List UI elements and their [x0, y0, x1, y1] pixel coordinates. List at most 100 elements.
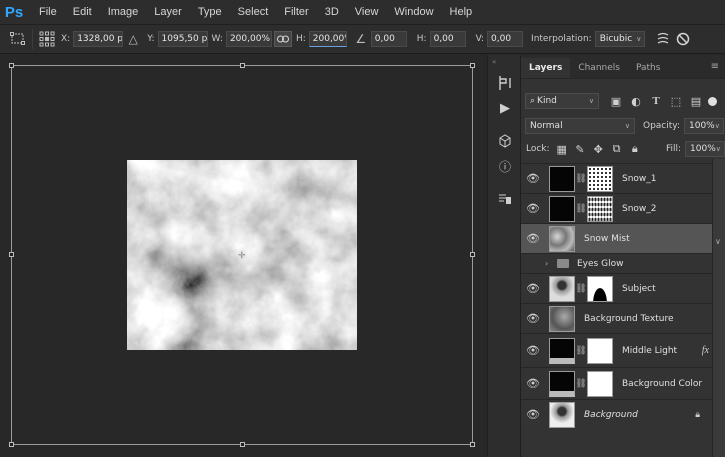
transform-handle[interactable] [240, 442, 245, 447]
layer-name: Background Texture [584, 313, 674, 324]
layer-filter-row: ⌕ Kind ∨ ▣ ◐ T ⬚ ▤ [521, 93, 725, 109]
tab-layers[interactable]: Layers [521, 58, 571, 78]
opacity-label: Opacity: [643, 121, 680, 131]
vskew-field[interactable]: 0,00 [487, 31, 524, 47]
filter-kind-label: Kind [537, 96, 557, 106]
lock-transparent-icon[interactable]: ▦ [553, 143, 571, 156]
chevron-right-icon[interactable]: › [545, 259, 555, 268]
transform-handle[interactable] [240, 63, 245, 68]
reference-point-icon[interactable] [37, 29, 57, 49]
layer-thumbnail [549, 195, 575, 222]
app-logo: Ps [4, 3, 24, 21]
menu-image[interactable]: Image [100, 0, 147, 24]
lock-position-icon[interactable]: ✥ [589, 143, 607, 156]
lock-pixels-icon[interactable]: ✎ [571, 143, 589, 156]
layer-name: Middle Light [622, 345, 678, 356]
fx-badge[interactable]: fx [702, 345, 709, 356]
scrollbar[interactable]: ∨ [712, 159, 725, 457]
transform-handle[interactable] [9, 252, 14, 257]
interpolation-select[interactable]: Bicubic ∨ [594, 31, 645, 47]
mask-link-icon[interactable]: ⛓︎ [575, 284, 587, 294]
fill-field[interactable]: 100% ∨ [685, 141, 725, 157]
eye-icon[interactable]: 👁︎ [521, 408, 545, 421]
menu-layer[interactable]: Layer [146, 0, 190, 24]
eye-icon[interactable]: 👁︎ [521, 282, 545, 295]
transform-handle[interactable] [9, 442, 14, 447]
height-field[interactable]: 200,00% [308, 31, 347, 47]
y-field[interactable]: 1095,50 p: [157, 31, 208, 47]
mask-link-icon[interactable]: ⛓︎ [575, 379, 587, 389]
transform-tool-icon[interactable] [8, 29, 28, 49]
transform-handle[interactable] [470, 442, 475, 447]
transform-handle[interactable] [9, 63, 14, 68]
mask-link-icon[interactable]: ⛓︎ [575, 346, 587, 356]
smart-object-filter-icon[interactable]: ▤ [686, 95, 706, 108]
menu-type[interactable]: Type [190, 0, 230, 24]
layer-row[interactable]: 👁︎ ⛓︎ Subject [521, 273, 712, 303]
menu-file[interactable]: File [31, 0, 65, 24]
adjustment-filter-icon[interactable]: ◐ [626, 95, 646, 108]
cancel-transform-icon[interactable] [673, 29, 693, 49]
layer-row[interactable]: 👁︎ Snow Mist [521, 223, 712, 253]
link-icon[interactable] [273, 31, 292, 47]
width-field[interactable]: 200,00% [225, 31, 272, 47]
mask-link-icon[interactable]: ⛓︎ [575, 204, 587, 214]
transform-handle[interactable] [470, 252, 475, 257]
transform-handle[interactable] [470, 63, 475, 68]
properties-icon[interactable] [495, 189, 515, 209]
layer-row[interactable]: 👁︎ ⛓︎ Background Color [521, 367, 712, 399]
delta-icon[interactable]: △ [123, 29, 143, 49]
chevron-down-icon: ∨ [636, 35, 642, 43]
collapse-icon[interactable]: « [492, 58, 496, 66]
layer-thumbnail [549, 305, 575, 332]
shape-filter-icon[interactable]: ⬚ [666, 95, 686, 108]
layer-row[interactable]: 👁︎ ⛓︎ Snow_1 [521, 163, 712, 193]
info-icon[interactable]: ⓘ [495, 156, 515, 176]
warp-icon[interactable] [653, 29, 673, 49]
play-actions-icon[interactable]: ▶ [495, 98, 515, 118]
x-field[interactable]: 1328,00 p: [73, 31, 124, 47]
filter-kind-select[interactable]: ⌕ Kind ∨ [525, 93, 599, 109]
chevron-down-icon: ∨ [588, 97, 594, 105]
layer-row[interactable]: 👁︎ ⛓︎ Middle Light fx [521, 333, 712, 367]
3d-panel-icon[interactable] [495, 131, 515, 151]
layer-row[interactable]: 👁︎ ⛓︎ Snow_2 [521, 193, 712, 223]
layer-group-row[interactable]: 👁︎ › Eyes Glow [521, 253, 712, 273]
history-icon[interactable] [495, 73, 515, 93]
eye-icon[interactable]: 👁︎ [521, 202, 545, 215]
eye-icon[interactable]: 👁︎ [521, 312, 545, 325]
pixel-filter-icon[interactable]: ▣ [606, 95, 626, 108]
angle-field[interactable]: 0,00 [370, 31, 407, 47]
menu-select[interactable]: Select [230, 0, 277, 24]
lock-artboard-icon[interactable]: ⧉ [607, 142, 625, 156]
menu-3d[interactable]: 3D [317, 0, 347, 24]
canvas-area[interactable]: ✛ [0, 55, 487, 457]
panel-menu-icon[interactable]: ≡ [711, 61, 719, 72]
w-label: W: [211, 34, 223, 44]
menu-help[interactable]: Help [442, 0, 481, 24]
filter-toggle-icon[interactable] [708, 96, 717, 106]
eye-icon[interactable]: 👁︎ [521, 344, 545, 357]
eye-icon[interactable]: 👁︎ [521, 377, 545, 390]
type-filter-icon[interactable]: T [646, 95, 666, 107]
menu-edit[interactable]: Edit [65, 0, 100, 24]
mask-link-icon[interactable]: ⛓︎ [575, 174, 587, 184]
eye-icon[interactable]: 👁︎ [521, 172, 545, 185]
mask-thumbnail [587, 337, 613, 364]
hskew-field[interactable]: 0,00 [429, 31, 466, 47]
menu-view[interactable]: View [347, 0, 387, 24]
opacity-field[interactable]: 100% ∨ [684, 118, 724, 134]
menu-window[interactable]: Window [386, 0, 441, 24]
chevron-down-icon[interactable]: ∨ [715, 237, 721, 246]
tab-paths[interactable]: Paths [628, 58, 668, 78]
interpolation-label: Interpolation: [531, 34, 592, 44]
eye-icon[interactable]: 👁︎ [521, 232, 545, 245]
menu-filter[interactable]: Filter [276, 0, 316, 24]
panel-tabs: Layers Channels Paths ≡ [521, 55, 725, 79]
tab-channels[interactable]: Channels [570, 58, 628, 78]
blend-mode-select[interactable]: Normal ∨ [525, 118, 635, 134]
lock-all-icon[interactable]: 🔒︎ [626, 142, 644, 156]
layer-row[interactable]: 👁︎ Background 🔒︎ [521, 399, 712, 429]
layer-row[interactable]: 👁︎ Background Texture [521, 303, 712, 333]
mask-thumbnail [587, 165, 613, 192]
